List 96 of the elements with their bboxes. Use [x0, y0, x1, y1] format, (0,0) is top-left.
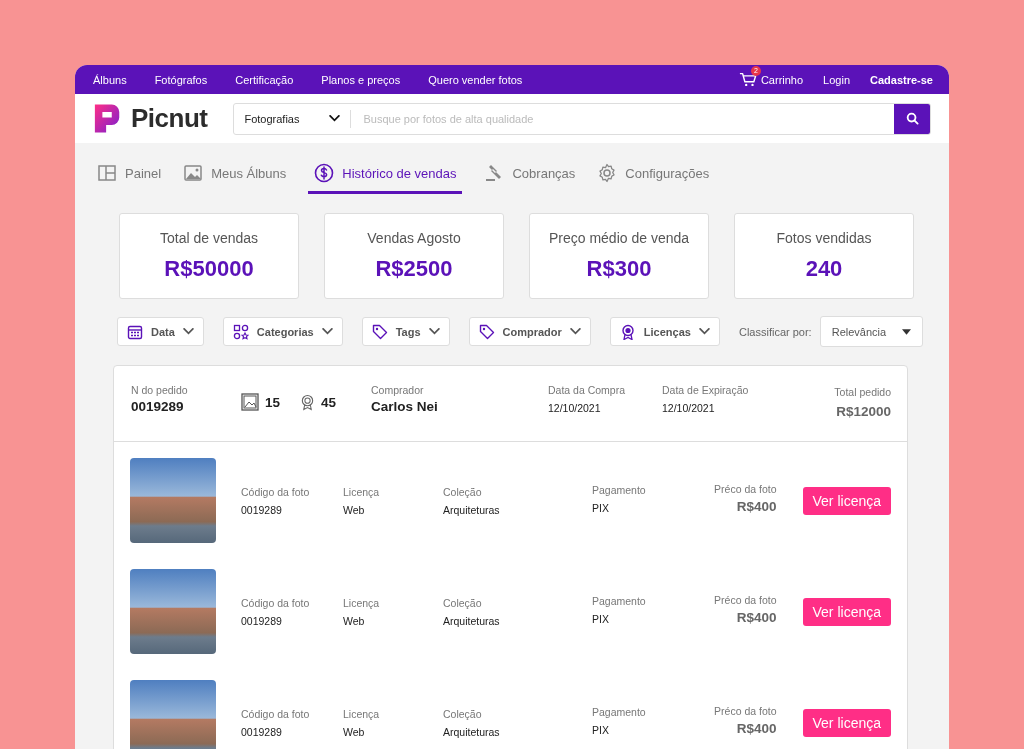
dollar-icon [314, 163, 335, 183]
payment-method: PIX [592, 612, 610, 625]
nav-tab[interactable]: Histórico de vendas [308, 159, 463, 194]
stat-value: R$300 [586, 256, 652, 282]
calendar-icon [127, 323, 143, 340]
field-label: Licença [343, 596, 381, 609]
photo-price: R$400 [736, 610, 777, 625]
nav-link[interactable]: Planos e preços [321, 73, 401, 86]
chevron-down-icon [321, 328, 333, 335]
image-icon [241, 393, 259, 411]
stat-value: R$50000 [164, 256, 254, 282]
field-label: Préco da foto [714, 705, 777, 717]
logo-text: Picnut [131, 103, 208, 134]
photo-price: R$400 [736, 499, 777, 514]
image-icon [183, 163, 204, 183]
payment-method: PIX [592, 723, 610, 736]
chevron-down-icon [182, 328, 194, 335]
filter-dropdown[interactable]: Comprador [468, 317, 591, 346]
category-dropdown[interactable]: Fotografias [234, 109, 352, 128]
sort-label: Classificar por: [738, 325, 812, 338]
field-label: Pagamento [592, 483, 646, 496]
stat-label: Fotos vendidas [776, 230, 872, 246]
nav-tab[interactable]: Cobranças [484, 159, 576, 194]
cart-icon [738, 72, 757, 87]
award-icon [619, 323, 636, 340]
field-label: N do pedido [131, 384, 189, 396]
signup-link[interactable]: Cadastre-se [870, 73, 933, 86]
purchase-date: 12/10/2021 [548, 402, 602, 414]
filter-dropdown[interactable]: Licenças [609, 317, 720, 346]
nav-link[interactable]: Certificação [235, 73, 294, 86]
field-label: Pagamento [592, 594, 646, 607]
filter-dropdown[interactable]: Tags [361, 317, 450, 346]
field-label: Código da foto [241, 707, 311, 720]
caret-icon [902, 328, 912, 335]
expiry-date: 12/10/2021 [662, 402, 716, 414]
login-link[interactable]: Login [823, 73, 850, 86]
search-field[interactable]: Fotografias Busque por fotos de alta qualidade [233, 102, 931, 135]
field-label: Préco da foto [714, 594, 777, 606]
search-icon [905, 112, 919, 125]
license-count: 45 [321, 394, 337, 410]
field-label: Licença [343, 707, 381, 720]
field-label: Coleção [443, 707, 483, 720]
nav-link[interactable]: Quero vender fotos [428, 73, 523, 86]
field-label: Código da foto [241, 596, 311, 609]
chevron-down-icon [569, 328, 581, 335]
view-license-button[interactable]: Ver licença [802, 597, 891, 626]
field-label: Total pedido [834, 386, 891, 398]
filter-dropdown[interactable]: Categorias [222, 317, 343, 346]
shapes-icon [232, 323, 249, 340]
field-label: Préco da foto [714, 483, 777, 495]
license-type: Web [343, 614, 366, 627]
settings-icon [597, 163, 618, 183]
stat-value: R$2500 [375, 256, 453, 282]
field-label: Data da Compra [548, 384, 627, 396]
photo-code: 0019289 [241, 503, 283, 516]
license-type: Web [343, 503, 366, 516]
tag-icon [478, 323, 495, 340]
field-label: Coleção [443, 596, 483, 609]
stat-value: 240 [805, 256, 843, 282]
buyer-name: Carlos Nei [371, 399, 439, 414]
nav-link[interactable]: Álbuns [93, 73, 127, 86]
field-label: Código da foto [241, 485, 311, 498]
sort-dropdown[interactable]: Relevância [819, 316, 924, 347]
collection-name: Arquiteturas [443, 614, 501, 627]
filter-dropdown[interactable]: Data [117, 317, 204, 346]
view-license-button[interactable]: Ver licença [802, 708, 891, 737]
field-label: Comprador [371, 384, 425, 396]
view-license-button[interactable]: Ver licença [802, 486, 891, 515]
layout-icon [97, 163, 117, 183]
award-icon [300, 393, 316, 411]
collection-name: Arquiteturas [443, 725, 501, 738]
search-button[interactable] [894, 103, 930, 134]
order-total: R$12000 [836, 404, 891, 419]
stat-label: Vendas Agosto [367, 230, 461, 246]
license-type: Web [343, 725, 366, 738]
payment-method: PIX [592, 501, 610, 514]
field-label: Licença [343, 485, 381, 498]
chevron-down-icon [428, 328, 440, 335]
nav-tab[interactable]: Configurações [597, 159, 710, 194]
photo-code: 0019289 [241, 725, 283, 738]
nav-link[interactable]: Fotógrafos [154, 73, 208, 86]
nav-tab[interactable]: Meus Álbuns [183, 159, 287, 194]
photo-price: R$400 [736, 721, 777, 736]
stat-label: Total de vendas [159, 230, 259, 246]
order-number: 0019289 [131, 399, 185, 414]
nav-tab[interactable]: Painel [97, 159, 162, 194]
tag-icon [371, 323, 388, 340]
field-label: Data de Expiração [662, 384, 749, 396]
photo-count: 15 [265, 394, 281, 410]
chevron-down-icon [698, 328, 710, 335]
chevron-down-icon [329, 115, 341, 122]
field-label: Pagamento [592, 705, 646, 718]
collection-name: Arquiteturas [443, 503, 501, 516]
field-label: Coleção [443, 485, 483, 498]
photo-code: 0019289 [241, 614, 283, 627]
stat-label: Preço médio de venda [548, 230, 690, 246]
